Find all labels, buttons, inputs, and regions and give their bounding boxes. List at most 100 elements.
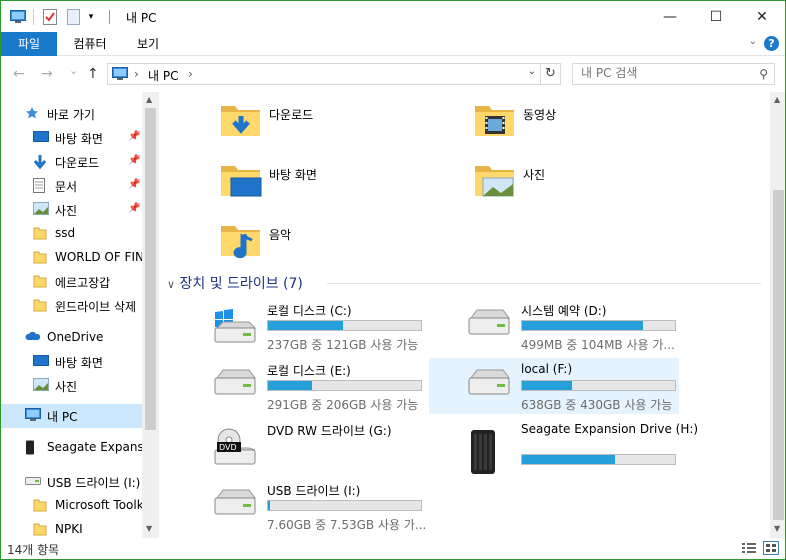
sidebar-item-label: 내 PC bbox=[47, 410, 78, 424]
scrollbar-thumb[interactable] bbox=[773, 190, 784, 520]
drive-item[interactable]: 시스템 예약 (D:) 499MB 중 104MB 사용 가... bbox=[467, 298, 717, 354]
sidebar-item-label: Seagate Expansio bbox=[47, 440, 142, 454]
sidebar-item-label: 사진 bbox=[55, 204, 78, 218]
sidebar-item[interactable]: 다운로드 📌 bbox=[1, 150, 142, 174]
maximize-button[interactable]: ☐ bbox=[693, 1, 739, 32]
hard-drive-icon bbox=[213, 368, 257, 403]
pc-icon bbox=[25, 408, 41, 425]
desktop-icon bbox=[33, 130, 49, 147]
sidebar-item-label: WORLD OF FINA bbox=[55, 250, 142, 264]
desktop-folder-icon bbox=[219, 158, 263, 205]
title-divider bbox=[104, 7, 114, 27]
drive-item[interactable]: Seagate Expansion Drive (H:) bbox=[467, 418, 717, 474]
sidebar-item[interactable]: 바로 가기 bbox=[1, 102, 142, 126]
usb-drive-icon bbox=[213, 488, 257, 523]
pin-icon: 📌 bbox=[128, 179, 141, 190]
refresh-button[interactable]: ↻ bbox=[540, 64, 560, 84]
sidebar-item[interactable]: 윈드라이브 삭제 bbox=[1, 294, 142, 318]
drive-name: local (F:) bbox=[521, 362, 573, 376]
tab-computer[interactable]: 컴퓨터 bbox=[61, 32, 119, 56]
drive-usage-bar bbox=[521, 320, 676, 331]
sidebar-item[interactable]: NPKI bbox=[1, 518, 142, 538]
folder-item[interactable]: 음악 bbox=[219, 218, 419, 268]
sidebar-item[interactable]: WORLD OF FINA bbox=[1, 246, 142, 270]
properties-icon[interactable] bbox=[41, 7, 59, 27]
drive-item[interactable]: USB 드라이브 (I:) 7.60GB 중 7.53GB 사용 가... bbox=[213, 478, 463, 534]
sidebar-scrollbar[interactable]: ▲ ▼ bbox=[142, 92, 159, 538]
document-icon bbox=[33, 178, 45, 196]
sidebar-item[interactable]: 에르고장갑 bbox=[1, 270, 142, 294]
drive-usage-bar bbox=[267, 380, 422, 391]
tab-file[interactable]: 파일 bbox=[1, 32, 57, 56]
folder-item[interactable]: 바탕 화면 bbox=[219, 158, 419, 208]
content-scrollbar[interactable]: ▲ ▼ bbox=[770, 92, 785, 538]
close-button[interactable]: ✕ bbox=[739, 1, 785, 32]
folder-item[interactable]: 동영상 bbox=[473, 98, 673, 148]
sidebar-item[interactable]: 문서 📌 bbox=[1, 174, 142, 198]
up-button[interactable]: ↑ bbox=[87, 66, 99, 82]
scroll-up-icon[interactable]: ▲ bbox=[146, 95, 152, 104]
folder-icon bbox=[33, 226, 47, 243]
drive-item[interactable]: 로컬 디스크 (C:) 237GB 중 121GB 사용 가능 bbox=[213, 298, 463, 354]
folder-item[interactable]: 사진 bbox=[473, 158, 673, 208]
group-header-label: 장치 및 드라이브 (7) bbox=[179, 276, 303, 292]
sidebar-item[interactable]: 바탕 화면 bbox=[1, 350, 142, 374]
customize-toolbar-icon[interactable]: ▾ bbox=[85, 7, 97, 27]
sidebar-item[interactable]: 사진 📌 bbox=[1, 198, 142, 222]
breadcrumb-item[interactable]: 내 PC bbox=[148, 67, 178, 84]
help-icon[interactable]: ? bbox=[764, 36, 779, 51]
title-bar: ▾ 내 PC — ☐ ✕ bbox=[1, 1, 785, 32]
search-box[interactable]: ⚲ bbox=[572, 63, 775, 85]
pin-icon: 📌 bbox=[128, 203, 141, 214]
chevron-down-icon[interactable]: ∨ bbox=[167, 278, 175, 291]
details-view-icon[interactable] bbox=[741, 541, 757, 555]
folder-label: 음악 bbox=[269, 228, 292, 242]
search-icon[interactable]: ⚲ bbox=[759, 67, 768, 81]
content-pane: 다운로드 동영상 바탕 화면 사진 음악 ∨ 장치 및 드라이브 (7) 로컬 … bbox=[159, 92, 770, 538]
sidebar-item[interactable]: 사진 bbox=[1, 374, 142, 398]
search-input[interactable] bbox=[581, 66, 751, 80]
sidebar-item[interactable]: OneDrive bbox=[1, 326, 142, 350]
pin-icon: 📌 bbox=[128, 155, 141, 166]
pictures-icon bbox=[33, 378, 49, 394]
folder-icon bbox=[33, 522, 47, 538]
address-dropdown-icon[interactable]: ⌄ bbox=[528, 66, 536, 77]
folder-icon bbox=[33, 274, 47, 291]
sidebar-item[interactable]: 내 PC bbox=[1, 404, 142, 428]
drive-item[interactable]: local (F:) 638GB 중 430GB 사용 가능 bbox=[429, 358, 679, 414]
group-header-devices[interactable]: ∨ 장치 및 드라이브 (7) bbox=[167, 273, 303, 293]
drive-usage-bar bbox=[267, 500, 422, 511]
drive-usage-bar bbox=[521, 454, 676, 465]
minimize-button[interactable]: — bbox=[647, 1, 693, 32]
sidebar-item-label: 바탕 화면 bbox=[55, 356, 103, 370]
sidebar-item-label: 문서 bbox=[55, 180, 78, 194]
sidebar-item[interactable]: 바탕 화면 📌 bbox=[1, 126, 142, 150]
sidebar-item-label: 에르고장갑 bbox=[55, 276, 111, 290]
sidebar-item-label: USB 드라이브 (I:) bbox=[47, 476, 141, 490]
address-bar[interactable]: › 내 PC › ⌄ ↻ bbox=[107, 63, 561, 85]
sidebar-item[interactable]: Seagate Expansio bbox=[1, 436, 142, 460]
scroll-up-icon[interactable]: ▲ bbox=[774, 95, 780, 104]
seagate-drive-icon bbox=[467, 428, 499, 479]
sidebar-item[interactable]: USB 드라이브 (I:) bbox=[1, 470, 142, 494]
tab-view[interactable]: 보기 bbox=[123, 32, 173, 56]
back-button[interactable]: ← bbox=[13, 66, 25, 82]
forward-button[interactable]: → bbox=[41, 66, 53, 82]
drive-free-space: 291GB 중 206GB 사용 가능 bbox=[267, 398, 419, 412]
ribbon-expand-icon[interactable]: ⌄ bbox=[749, 36, 757, 47]
drive-free-space: 7.60GB 중 7.53GB 사용 가... bbox=[267, 518, 427, 532]
breadcrumb-separator-icon[interactable]: › bbox=[188, 67, 193, 81]
recent-locations-button[interactable]: ⌄ bbox=[69, 64, 78, 77]
sidebar-item[interactable]: ssd bbox=[1, 222, 142, 246]
large-icons-view-icon[interactable] bbox=[763, 541, 779, 555]
drive-item[interactable]: 로컬 디스크 (E:) 291GB 중 206GB 사용 가능 bbox=[213, 358, 463, 414]
scroll-down-icon[interactable]: ▼ bbox=[774, 524, 780, 533]
new-folder-icon[interactable] bbox=[65, 7, 81, 27]
breadcrumb-separator-icon[interactable]: › bbox=[134, 67, 139, 81]
scrollbar-thumb[interactable] bbox=[145, 108, 156, 430]
pc-icon[interactable] bbox=[9, 7, 27, 27]
folder-item[interactable]: 다운로드 bbox=[219, 98, 419, 148]
drive-item[interactable]: DVD DVD RW 드라이브 (G:) bbox=[213, 418, 463, 474]
sidebar-item[interactable]: Microsoft Toolki bbox=[1, 494, 142, 518]
scroll-down-icon[interactable]: ▼ bbox=[146, 524, 152, 533]
